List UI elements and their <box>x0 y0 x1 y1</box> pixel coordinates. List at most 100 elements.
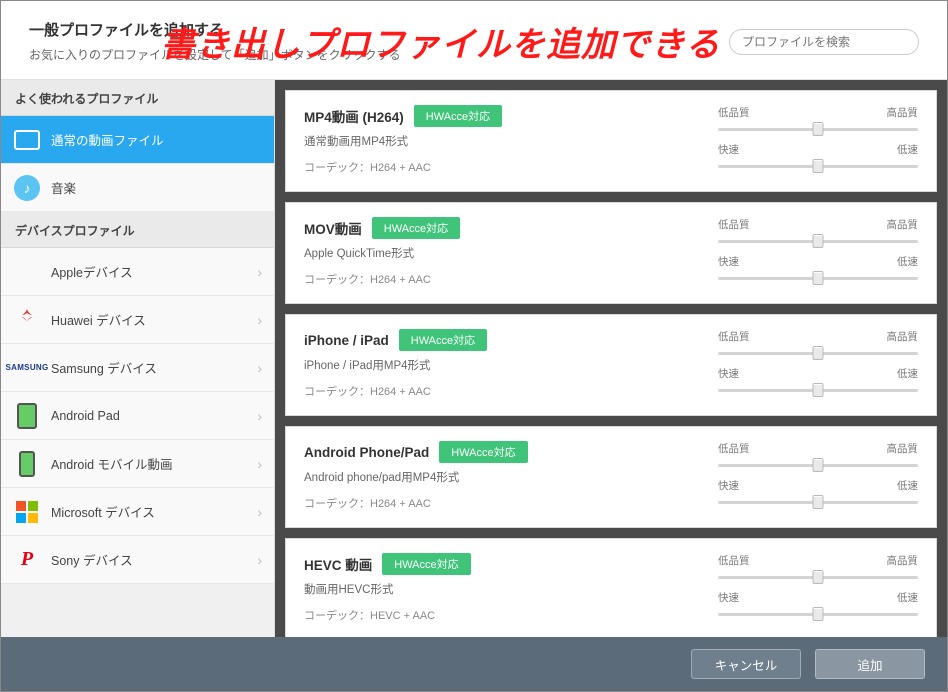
low-quality-label: 低品質 <box>718 105 750 120</box>
profile-desc: 動画用HEVC形式 <box>304 581 718 597</box>
monitor-icon <box>13 126 41 154</box>
sidebar-item-apple[interactable]: Appleデバイス › <box>1 248 274 296</box>
hwaccel-badge: HWAcce対応 <box>372 217 460 239</box>
phone-icon <box>13 450 41 478</box>
sidebar-item-phone[interactable]: Android モバイル動画 › <box>1 440 274 488</box>
chevron-right-icon: › <box>257 552 262 568</box>
slow-label: 低速 <box>897 142 918 157</box>
sidebar-item-music[interactable]: ♪ 音楽 <box>1 164 274 212</box>
sidebar-item-pad[interactable]: Android Pad › <box>1 392 274 440</box>
fast-label: 快速 <box>718 366 739 381</box>
sidebar-item-label: Appleデバイス <box>51 262 133 281</box>
hwaccel-badge: HWAcce対応 <box>382 553 470 575</box>
hwaccel-badge: HWAcce対応 <box>399 329 487 351</box>
sidebar-item-label: Android Pad <box>51 409 120 423</box>
profile-card[interactable]: HEVC 動画 HWAcce対応動画用HEVC形式コーデック：HEVC + AAC… <box>285 538 937 637</box>
sidebar-item-label: Microsoft デバイス <box>51 502 155 521</box>
profile-codec: コーデック：H264 + AAC <box>304 159 718 175</box>
speed-slider[interactable] <box>718 271 918 285</box>
chevron-right-icon: › <box>257 408 262 424</box>
slow-label: 低速 <box>897 478 918 493</box>
annotation-overlay: 書き出しプロファイルを追加できる <box>161 17 720 66</box>
low-quality-label: 低品質 <box>718 217 750 232</box>
high-quality-label: 高品質 <box>887 441 919 456</box>
cancel-button[interactable]: キャンセル <box>691 649 801 679</box>
sidebar-item-label: Huawei デバイス <box>51 310 146 329</box>
profile-desc: iPhone / iPad用MP4形式 <box>304 357 718 373</box>
sidebar-item-label: 音楽 <box>51 178 76 197</box>
slow-label: 低速 <box>897 590 918 605</box>
header: 一般プロファイルを追加する お気に入りのプロファイルを設定して「追加」ボタンをク… <box>1 1 947 80</box>
sidebar-item-microsoft[interactable]: Microsoft デバイス › <box>1 488 274 536</box>
profile-card[interactable]: MP4動画 (H264) HWAcce対応通常動画用MP4形式コーデック：H264… <box>285 90 937 192</box>
speed-slider[interactable] <box>718 383 918 397</box>
profile-title: Android Phone/Pad <box>304 445 429 460</box>
chevron-right-icon: › <box>257 312 262 328</box>
chevron-right-icon: › <box>257 264 262 280</box>
profile-codec: コーデック：HEVC + AAC <box>304 607 718 623</box>
fast-label: 快速 <box>718 142 739 157</box>
chevron-right-icon: › <box>257 360 262 376</box>
profile-codec: コーデック：H264 + AAC <box>304 271 718 287</box>
profile-title: iPhone / iPad <box>304 333 389 348</box>
profile-desc: Android phone/pad用MP4形式 <box>304 469 718 485</box>
chevron-right-icon: › <box>257 504 262 520</box>
quality-slider[interactable] <box>718 346 918 360</box>
high-quality-label: 高品質 <box>887 217 919 232</box>
speed-slider[interactable] <box>718 607 918 621</box>
profile-card[interactable]: MOV動画 HWAcce対応 Apple QuickTime形式コーデック：H264… <box>285 202 937 304</box>
low-quality-label: 低品質 <box>718 329 750 344</box>
slow-label: 低速 <box>897 366 918 381</box>
search-box <box>729 29 919 55</box>
add-button[interactable]: 追加 <box>815 649 925 679</box>
apple-icon <box>13 258 41 286</box>
sidebar-item-label: Sony デバイス <box>51 550 133 569</box>
chevron-right-icon: › <box>257 456 262 472</box>
sony-icon: P <box>13 546 41 574</box>
high-quality-label: 高品質 <box>887 553 919 568</box>
sidebar-group-device: デバイスプロファイル <box>1 212 274 248</box>
search-input[interactable] <box>729 29 919 55</box>
sidebar-item-label: 通常の動画ファイル <box>51 130 164 149</box>
speed-slider[interactable] <box>718 495 918 509</box>
profile-title: MP4動画 (H264) <box>304 106 404 126</box>
quality-slider[interactable] <box>718 570 918 584</box>
high-quality-label: 高品質 <box>887 329 919 344</box>
quality-slider[interactable] <box>718 122 918 136</box>
profile-list[interactable]: MP4動画 (H264)HWAcce対応通常動画用MP4形式コーデック：H264… <box>275 80 947 637</box>
sidebar-item-monitor[interactable]: 通常の動画ファイル <box>1 116 274 164</box>
profile-desc: Apple QuickTime形式 <box>304 245 718 261</box>
profile-codec: コーデック：H264 + AAC <box>304 495 718 511</box>
profile-card[interactable]: Android Phone/Pad HWAcce対応 Android phone/p… <box>285 426 937 528</box>
profile-codec: コーデック：H264 + AAC <box>304 383 718 399</box>
sidebar-item-label: Android モバイル動画 <box>51 454 173 473</box>
low-quality-label: 低品質 <box>718 553 750 568</box>
profile-title: HEVC 動画 <box>304 554 372 574</box>
huawei-icon <box>13 306 41 334</box>
quality-slider[interactable] <box>718 458 918 472</box>
fast-label: 快速 <box>718 478 739 493</box>
quality-slider[interactable] <box>718 234 918 248</box>
slow-label: 低速 <box>897 254 918 269</box>
footer: キャンセル 追加 <box>1 637 947 691</box>
fast-label: 快速 <box>718 590 739 605</box>
sidebar: よく使われるプロファイル 通常の動画ファイル ♪ 音楽 デバイスプロファイル App… <box>1 80 275 637</box>
sidebar-item-sony[interactable]: P Sony デバイス › <box>1 536 274 584</box>
samsung-icon: SAMSUNG <box>13 354 41 382</box>
music-icon: ♪ <box>13 174 41 202</box>
speed-slider[interactable] <box>718 159 918 173</box>
sidebar-item-samsung[interactable]: SAMSUNG Samsung デバイス › <box>1 344 274 392</box>
sidebar-item-huawei[interactable]: Huawei デバイス › <box>1 296 274 344</box>
profile-card[interactable]: iPhone / iPad HWAcce対応 iPhone / iPad用MP4形式… <box>285 314 937 416</box>
fast-label: 快速 <box>718 254 739 269</box>
sidebar-group-common: よく使われるプロファイル <box>1 80 274 116</box>
low-quality-label: 低品質 <box>718 441 750 456</box>
high-quality-label: 高品質 <box>887 105 919 120</box>
hwaccel-badge: HWAcce対応 <box>439 441 527 463</box>
sidebar-item-label: Samsung デバイス <box>51 358 157 377</box>
microsoft-icon <box>13 498 41 526</box>
profile-title: MOV動画 <box>304 218 362 238</box>
pad-icon <box>13 402 41 430</box>
hwaccel-badge: HWAcce対応 <box>414 105 502 127</box>
profile-desc: 通常動画用MP4形式 <box>304 133 718 149</box>
